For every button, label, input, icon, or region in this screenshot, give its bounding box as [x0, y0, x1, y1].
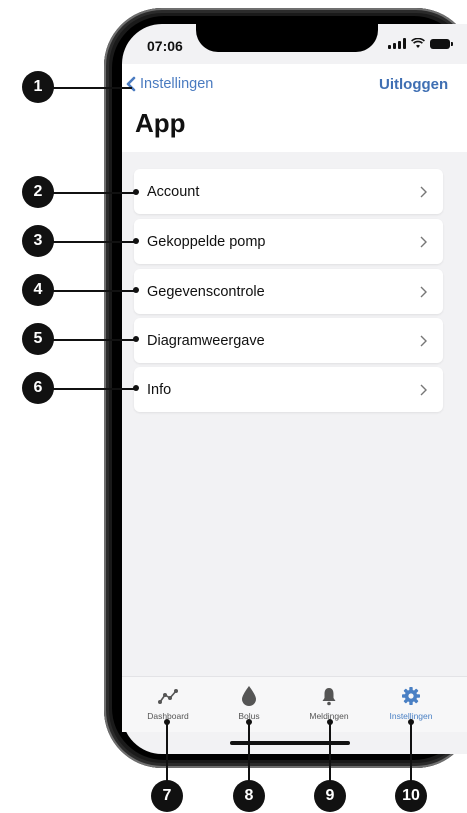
chevron-right-icon: [420, 186, 427, 197]
back-label: Instellingen: [140, 76, 214, 92]
phone-notch: [196, 16, 378, 52]
callout-line: [166, 722, 168, 784]
callout-dot: [133, 287, 139, 293]
callout-dot: [164, 719, 170, 725]
tab-bar: Dashboard Bolus Meldingen Instellingen: [122, 676, 467, 732]
dashboard-icon: [157, 685, 179, 707]
callout-dot: [327, 719, 333, 725]
menu-item-gekoppelde-pomp[interactable]: Gekoppelde pomp: [134, 219, 443, 264]
callout-dot: [133, 336, 139, 342]
page-title: App: [135, 108, 186, 138]
wifi-icon: [411, 38, 425, 48]
callout-badge: 7: [151, 780, 183, 812]
callout-dot: [246, 719, 252, 725]
callout-dot: [133, 189, 139, 195]
callout-badge: 6: [22, 372, 54, 404]
callout-badge: 1: [22, 71, 54, 103]
menu-item-label: Info: [147, 381, 172, 398]
menu-item-gegevenscontrole[interactable]: Gegevenscontrole: [134, 269, 443, 314]
back-button[interactable]: Instellingen: [126, 76, 213, 92]
chevron-right-icon: [420, 236, 427, 247]
chevron-left-icon: [126, 76, 136, 92]
callout-line: [329, 722, 331, 784]
menu-item-account[interactable]: Account: [134, 169, 443, 214]
status-time: 07:06: [147, 38, 183, 54]
menu-item-diagramweergave[interactable]: Diagramweergave: [134, 318, 443, 363]
callout-badge: 8: [233, 780, 265, 812]
callout-badge: 5: [22, 323, 54, 355]
callout-line: [248, 722, 250, 784]
chevron-right-icon: [420, 335, 427, 346]
chevron-right-icon: [420, 286, 427, 297]
chevron-right-icon: [420, 384, 427, 395]
logout-button[interactable]: Uitloggen: [379, 76, 448, 93]
callout-badge: 3: [22, 225, 54, 257]
bell-icon: [318, 685, 340, 707]
menu-item-label: Gekoppelde pomp: [147, 233, 266, 250]
signal-icon: [388, 38, 406, 49]
callout-badge: 4: [22, 274, 54, 306]
menu-item-label: Account: [147, 183, 200, 200]
menu-item-info[interactable]: Info: [134, 367, 443, 412]
callout-badge: 9: [314, 780, 346, 812]
callout-badge: 2: [22, 176, 54, 208]
callout-dot: [133, 385, 139, 391]
callout-badge: 10: [395, 780, 427, 812]
drop-icon: [238, 685, 260, 707]
battery-icon: [430, 38, 453, 49]
menu-item-label: Gegevenscontrole: [147, 283, 265, 300]
gear-icon: [400, 685, 422, 707]
status-icons: [388, 38, 453, 49]
callout-dot: [133, 238, 139, 244]
callout-line: [410, 722, 412, 784]
menu-item-label: Diagramweergave: [147, 332, 265, 349]
callout-dot: [408, 719, 414, 725]
